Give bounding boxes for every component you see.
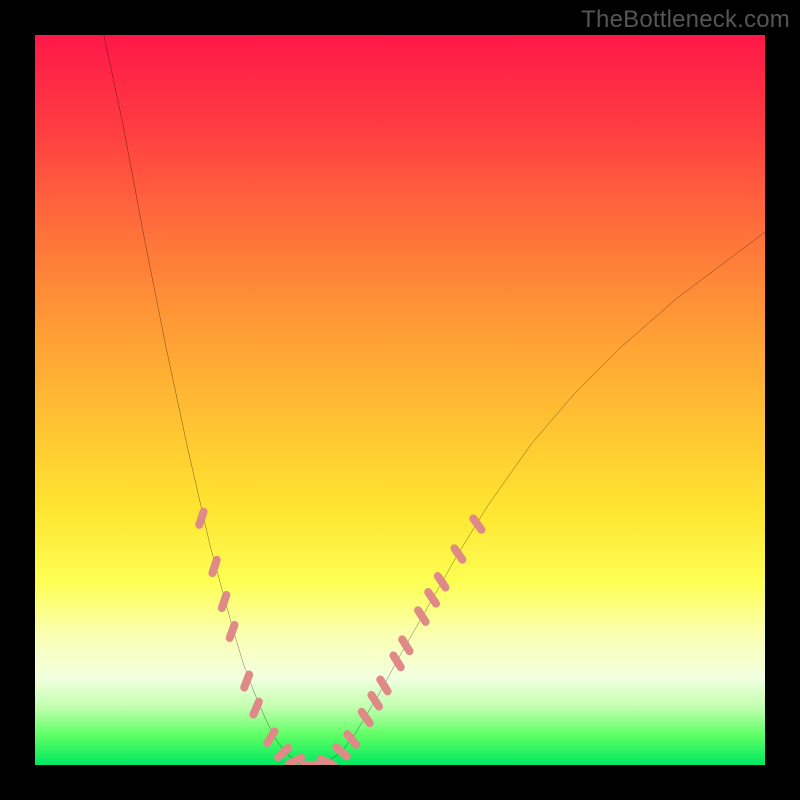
curve-marker [423, 587, 442, 610]
curve-marker [413, 605, 432, 628]
curve-marker [468, 513, 487, 535]
curve-marker [342, 728, 362, 750]
curve-marker [248, 696, 264, 719]
curve-marker [225, 620, 240, 643]
curve-marker [207, 555, 221, 578]
curve-marker [397, 634, 415, 657]
curve-marker [375, 674, 393, 697]
curve-marker [356, 706, 375, 729]
curve-markers [194, 507, 487, 765]
chart-svg [35, 35, 765, 765]
bottleneck-curve-line [101, 35, 765, 765]
curve-marker [217, 590, 232, 613]
curve-marker [366, 689, 385, 712]
curve-marker [449, 543, 468, 566]
curve-marker [239, 669, 254, 692]
watermark-text: TheBottleneck.com [581, 6, 790, 34]
curve-marker [432, 570, 451, 593]
chart-plot-area [35, 35, 765, 765]
curve-marker [194, 507, 208, 530]
curve-marker [331, 742, 353, 762]
curve-marker [388, 650, 406, 673]
